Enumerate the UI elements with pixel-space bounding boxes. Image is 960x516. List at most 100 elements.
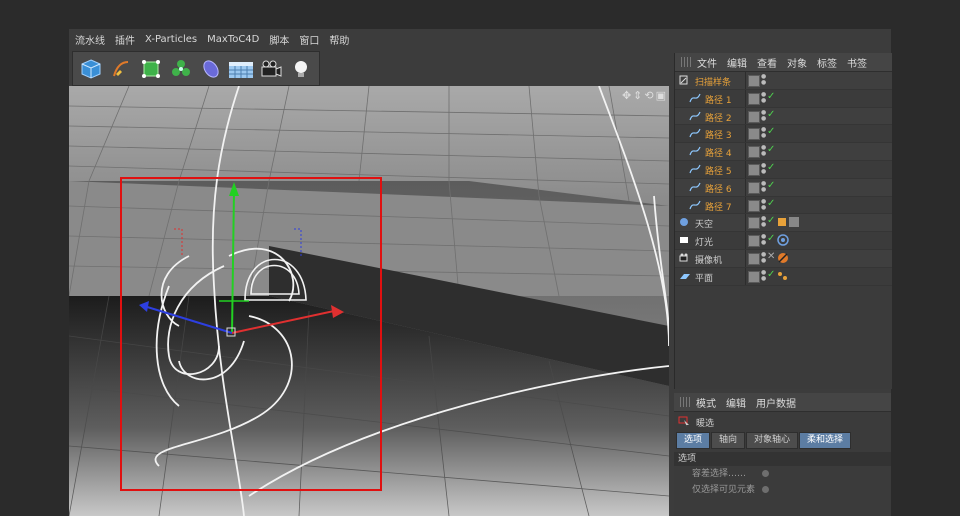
layer-visibility-icon[interactable] [748,128,760,141]
am-menu-edit[interactable]: 编辑 [726,395,746,410]
am-menu-userdata[interactable]: 用户数据 [756,395,796,410]
om-menu-object[interactable]: 对象 [787,55,807,70]
menu-item-window[interactable]: 窗口 [299,32,319,47]
layer-visibility-icon[interactable] [748,92,760,105]
tab-object-axis[interactable]: 对象轴心 [746,432,799,449]
object-row[interactable]: 路径 4 ● ● ✓ [675,143,892,161]
object-row[interactable]: 扫描样条 ● ● [675,72,892,90]
object-row[interactable]: 路径 1 ● ● ✓ [675,89,892,108]
light-icon[interactable] [288,56,314,82]
zoom-icon[interactable]: ⇕ [633,89,642,102]
radio-icon[interactable] [762,486,769,493]
check-icon[interactable]: ✓ [767,180,775,191]
menu-item-plugins[interactable]: 插件 [115,32,135,47]
editor-render-dots[interactable]: ● ● [761,198,766,211]
menu-item-script[interactable]: 脚本 [269,32,289,47]
grip-icon[interactable] [681,57,691,67]
object-name[interactable]: 路径 6 [705,182,732,195]
target-tag-icon[interactable] [777,234,789,249]
check-icon[interactable]: ✓ [767,91,775,102]
check-icon[interactable]: ✓ [767,109,775,120]
field-visible-only[interactable]: 仅选择可见元素 [674,482,891,498]
om-menu-file[interactable]: 文件 [697,55,717,70]
check-icon[interactable]: ✓ [767,215,775,226]
editor-render-dots[interactable]: ● ● [761,251,766,264]
cube-icon[interactable] [78,56,104,82]
move-icon[interactable]: ✥ [622,89,631,102]
material-tag-icon[interactable] [777,216,807,231]
object-row[interactable]: 天空 ● ● ✓ [675,214,892,233]
editor-render-dots[interactable]: ● ● [761,145,766,157]
phong-tag-icon[interactable] [777,270,789,285]
object-name[interactable]: 路径 7 [705,200,732,213]
tab-soft-selection[interactable]: 柔和选择 [799,432,852,449]
editor-render-dots[interactable]: ● ● [761,180,766,193]
menu-item-pipeline[interactable]: 流水线 [75,32,105,47]
object-name[interactable]: 灯光 [695,235,713,248]
object-name[interactable]: 路径 5 [705,164,732,177]
om-menu-edit[interactable]: 编辑 [727,55,747,70]
object-row[interactable]: 路径 2 ● ● ✓ [675,107,892,126]
menu-item-xparticles[interactable]: X-Particles [145,34,197,45]
3d-viewport[interactable]: ✥ ⇕ ⟲ ▣ [69,86,669,516]
rotate-icon[interactable]: ⟲ [644,89,653,102]
editor-render-dots[interactable]: ● ● [761,216,766,228]
check-icon[interactable]: ✓ [767,144,775,155]
editor-render-dots[interactable]: ● ● [761,269,766,282]
tab-axis[interactable]: 轴向 [711,432,746,449]
tab-options[interactable]: 选项 [676,432,711,449]
object-row[interactable]: 路径 7 ● ● ✓ [675,196,892,215]
floor-icon[interactable] [228,56,254,82]
object-row[interactable]: 摄像机 ● ● ✕ [675,249,892,268]
object-name[interactable]: 摄像机 [695,253,722,266]
object-row[interactable]: 路径 6 ● ● ✓ [675,178,892,197]
check-icon[interactable]: ✓ [767,162,775,173]
layer-visibility-icon[interactable] [748,235,760,248]
radio-icon[interactable] [762,470,769,477]
layer-visibility-icon[interactable] [748,217,760,230]
check-icon[interactable]: ✓ [767,198,775,209]
om-menu-view[interactable]: 查看 [757,55,777,70]
object-name[interactable]: 路径 2 [705,111,732,124]
object-name[interactable]: 路径 1 [705,93,732,106]
editor-render-dots[interactable]: ● ● [761,91,766,104]
layer-visibility-icon[interactable] [748,110,760,123]
object-name[interactable]: 平面 [695,271,713,284]
editor-render-dots[interactable]: ● ● [761,74,766,86]
layer-visibility-icon[interactable] [748,75,760,87]
editor-render-dots[interactable]: ● ● [761,127,766,139]
object-name[interactable]: 天空 [695,217,713,230]
am-menu-mode[interactable]: 模式 [696,395,716,410]
object-row[interactable]: 平面 ● ● ✓ [675,267,892,286]
check-icon[interactable]: ✓ [767,126,775,137]
disabled-icon[interactable]: ✕ [767,251,775,262]
menu-item-help[interactable]: 帮助 [329,32,349,47]
menu-item-maxtoc4d[interactable]: MaxToC4D [207,34,259,45]
camera-icon[interactable] [258,56,284,82]
check-icon[interactable]: ✓ [767,269,775,280]
object-row[interactable]: 灯光 ● ● ✓ [675,232,892,250]
layer-visibility-icon[interactable] [748,270,760,283]
field-tolerance-select[interactable]: 容差选择…… [674,466,891,482]
object-name[interactable]: 路径 4 [705,146,732,159]
cloner-icon[interactable] [168,56,194,82]
layer-visibility-icon[interactable] [748,146,760,159]
object-name[interactable]: 扫描样条 [695,75,731,88]
maximize-icon[interactable]: ▣ [656,89,666,102]
layer-visibility-icon[interactable] [748,199,760,212]
pen-icon[interactable] [108,56,134,82]
editor-render-dots[interactable]: ● ● [761,234,766,246]
protection-tag-icon[interactable] [777,252,789,267]
grip-icon[interactable] [680,397,690,407]
object-row[interactable]: 路径 5 ● ● ✓ [675,160,892,179]
layer-visibility-icon[interactable] [748,252,760,265]
subdivision-icon[interactable] [138,56,164,82]
editor-render-dots[interactable]: ● ● [761,109,766,122]
deformer-icon[interactable] [198,56,224,82]
layer-visibility-icon[interactable] [748,181,760,194]
object-row[interactable]: 路径 3 ● ● ✓ [675,125,892,144]
object-name[interactable]: 路径 3 [705,128,732,141]
layer-visibility-icon[interactable] [748,163,760,176]
om-menu-tags[interactable]: 标签 [817,55,837,70]
check-icon[interactable]: ✓ [767,233,775,244]
